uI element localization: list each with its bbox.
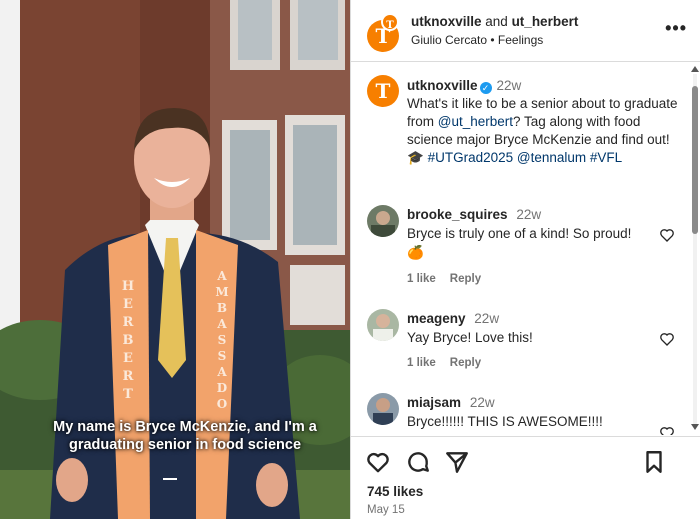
comment-meta: 1 like Reply	[407, 273, 495, 285]
video-caption: My name is Bryce McKenzie, and I'm a gra…	[53, 419, 317, 453]
avatar[interactable]	[367, 205, 399, 237]
save-bookmark-icon[interactable]	[641, 449, 667, 475]
reply-button[interactable]: Reply	[450, 357, 481, 369]
caption-dash	[163, 478, 177, 480]
comment-likes[interactable]: 1 like	[407, 357, 436, 369]
post-caption: utknoxville ✓ 22w What's it like to be a s…	[407, 77, 679, 167]
post-author-avatar[interactable]: T	[367, 75, 399, 107]
share-send-icon[interactable]	[444, 449, 470, 475]
scroll-up-arrow-icon[interactable]	[691, 66, 699, 72]
caption-hashtag-vfl[interactable]: #VFL	[590, 150, 622, 165]
comment-user[interactable]: brooke_squires	[407, 207, 508, 222]
comment-like-heart-icon[interactable]	[659, 425, 675, 435]
comment-like-heart-icon[interactable]	[659, 227, 675, 243]
more-options-icon[interactable]: •••	[665, 18, 687, 39]
post-author[interactable]: utknoxville	[407, 78, 478, 93]
reply-button[interactable]: Reply	[450, 273, 481, 285]
comment-text: Bryce!!!!!! THIS IS AWESOME!!!!	[407, 414, 603, 429]
scroll-thumb[interactable]	[692, 86, 698, 234]
like-heart-icon[interactable]	[365, 449, 391, 475]
header-accounts: utknoxville and ut_herbert	[411, 14, 578, 29]
header-account-collab[interactable]: ut_herbert	[512, 14, 579, 29]
caption-hashtag-utgrad[interactable]: #UTGrad2025	[428, 150, 514, 165]
comments-scrollbar[interactable]	[690, 66, 700, 432]
comment-like-heart-icon[interactable]	[659, 331, 675, 347]
post-media[interactable]: HERBERT AMBASSADO My name is Bryce McKen…	[0, 0, 350, 519]
post-panel: T T utknoxville and ut_herbert Giulio Ce…	[350, 0, 700, 519]
comment-likes[interactable]: 1 like	[407, 273, 436, 285]
comments-feed[interactable]: T utknoxville ✓ 22w What's it like to be a…	[351, 63, 689, 435]
comment-time: 22w	[474, 311, 500, 326]
header-account-main[interactable]: utknoxville	[411, 14, 482, 29]
post-actions: 745 likes May 15	[351, 436, 700, 519]
comment-user[interactable]: meageny	[407, 311, 466, 326]
post-time: 22w	[496, 78, 522, 93]
avatar[interactable]	[367, 393, 399, 425]
comment-text: Bryce is truly one of a kind! So proud! …	[407, 226, 632, 260]
verified-badge-icon: ✓	[479, 82, 492, 94]
scroll-down-arrow-icon[interactable]	[691, 424, 699, 430]
post-date[interactable]: May 15	[367, 504, 405, 516]
comment-time: 22w	[469, 395, 495, 410]
header-joiner: and	[481, 14, 512, 29]
avatar[interactable]	[367, 309, 399, 341]
comment-user[interactable]: miajsam	[407, 395, 461, 410]
comment-body: brooke_squires 22w Bryce is truly one of…	[407, 205, 647, 262]
header-audio-subtitle[interactable]: Giulio Cercato • Feelings	[411, 33, 543, 47]
comment-bubble-icon[interactable]	[405, 449, 431, 475]
comment-meta: 1 like Reply	[407, 357, 495, 369]
post-header: T T utknoxville and ut_herbert Giulio Ce…	[351, 0, 700, 62]
caption-mention[interactable]: @ut_herbert	[438, 114, 513, 129]
comment-body: meageny 22w Yay Bryce! Love this!	[407, 309, 647, 347]
comment-body: miajsam 22w Bryce!!!!!! THIS IS AWESOME!…	[407, 393, 647, 431]
comment-time: 22w	[516, 207, 542, 222]
stole-left-text: HERBERT	[122, 279, 134, 402]
likes-count[interactable]: 745 likes	[367, 484, 423, 499]
caption-mention-tennalum[interactable]: @tennalum	[517, 150, 586, 165]
comment-text: Yay Bryce! Love this!	[407, 330, 533, 345]
ut-herbert-avatar[interactable]: T	[381, 13, 399, 31]
